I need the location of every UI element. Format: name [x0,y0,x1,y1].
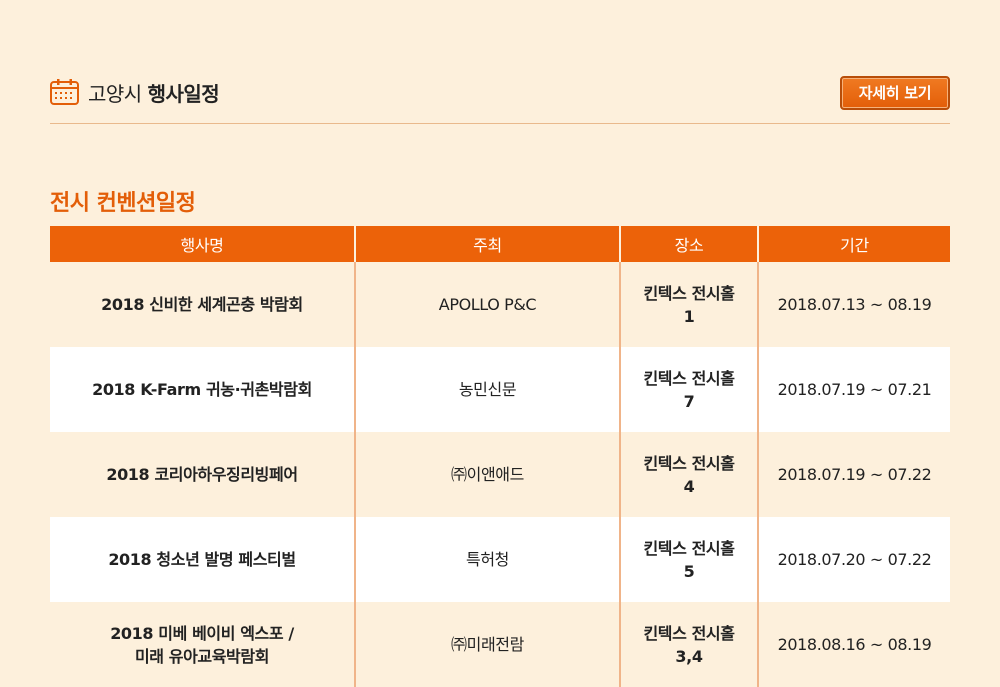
host-cell: 농민신문 [354,347,620,432]
event-name-cell: 2018 미베 베이비 엑스포 / 미래 유아교육박람회 [50,602,355,687]
event-name-cell: 2018 K-Farm 귀농·귀촌박람회 [50,347,355,432]
host-cell: ㈜미래전람 [354,602,620,687]
venue-cell: 킨텍스 전시홀 7 [619,347,758,432]
venue-cell: 킨텍스 전시홀 3,4 [619,602,758,687]
venue-cell: 킨텍스 전시홀 5 [619,517,758,602]
event-name-cell: 2018 청소년 발명 페스티벌 [50,517,355,602]
header-divider [50,123,950,124]
view-more-button[interactable]: 자세히 보기 [840,76,950,110]
table-row[interactable]: 2018 K-Farm 귀농·귀촌박람회 농민신문 킨텍스 전시홀 7 2018.07.… [50,347,950,432]
column-header-name: 행사명 [50,226,355,262]
table-header-row: 행사명 주최 장소 기간 [50,226,950,262]
event-name-cell: 2018 코리아하우징리빙페어 [50,432,355,517]
page-title-prefix: 고양시 [88,82,142,106]
section-title: 전시 컨벤션일정 [50,191,196,216]
host-cell: APOLLO P&C [354,262,620,347]
page-title-bold: 행사일정 [147,82,220,106]
page-header: 고양시 행사일정 자세히 보기 [50,74,950,114]
venue-cell: 킨텍스 전시홀 4 [619,432,758,517]
page-title: 고양시 행사일정 [88,78,220,107]
events-table: 행사명 주최 장소 기간 2018 신비한 세계곤충 박람회 APOLLO P&C… [50,226,950,687]
table-row[interactable]: 2018 청소년 발명 페스티벌 특허청 킨텍스 전시홀 5 2018.07.20 ~ … [50,517,950,602]
table-row[interactable]: 2018 미베 베이비 엑스포 / 미래 유아교육박람회 ㈜미래전람 킨텍스 전시홀 3… [50,602,950,687]
period-cell: 2018.07.19 ~ 07.22 [757,432,950,517]
period-cell: 2018.07.20 ~ 07.22 [757,517,950,602]
table-row[interactable]: 2018 신비한 세계곤충 박람회 APOLLO P&C 킨텍스 전시홀 1 2018.… [50,262,950,347]
event-name-cell: 2018 신비한 세계곤충 박람회 [50,262,355,347]
venue-cell: 킨텍스 전시홀 1 [619,262,758,347]
table-row[interactable]: 2018 코리아하우징리빙페어 ㈜이앤애드 킨텍스 전시홀 4 2018.07.19 ~… [50,432,950,517]
calendar-icon [50,79,79,105]
column-header-venue: 장소 [619,226,758,262]
table-body: 2018 신비한 세계곤충 박람회 APOLLO P&C 킨텍스 전시홀 1 2018.… [50,262,950,687]
column-header-period: 기간 [757,226,950,262]
period-cell: 2018.07.13 ~ 08.19 [757,262,950,347]
column-header-host: 주최 [354,226,620,262]
host-cell: 특허청 [354,517,620,602]
period-cell: 2018.08.16 ~ 08.19 [757,602,950,687]
host-cell: ㈜이앤애드 [354,432,620,517]
period-cell: 2018.07.19 ~ 07.21 [757,347,950,432]
